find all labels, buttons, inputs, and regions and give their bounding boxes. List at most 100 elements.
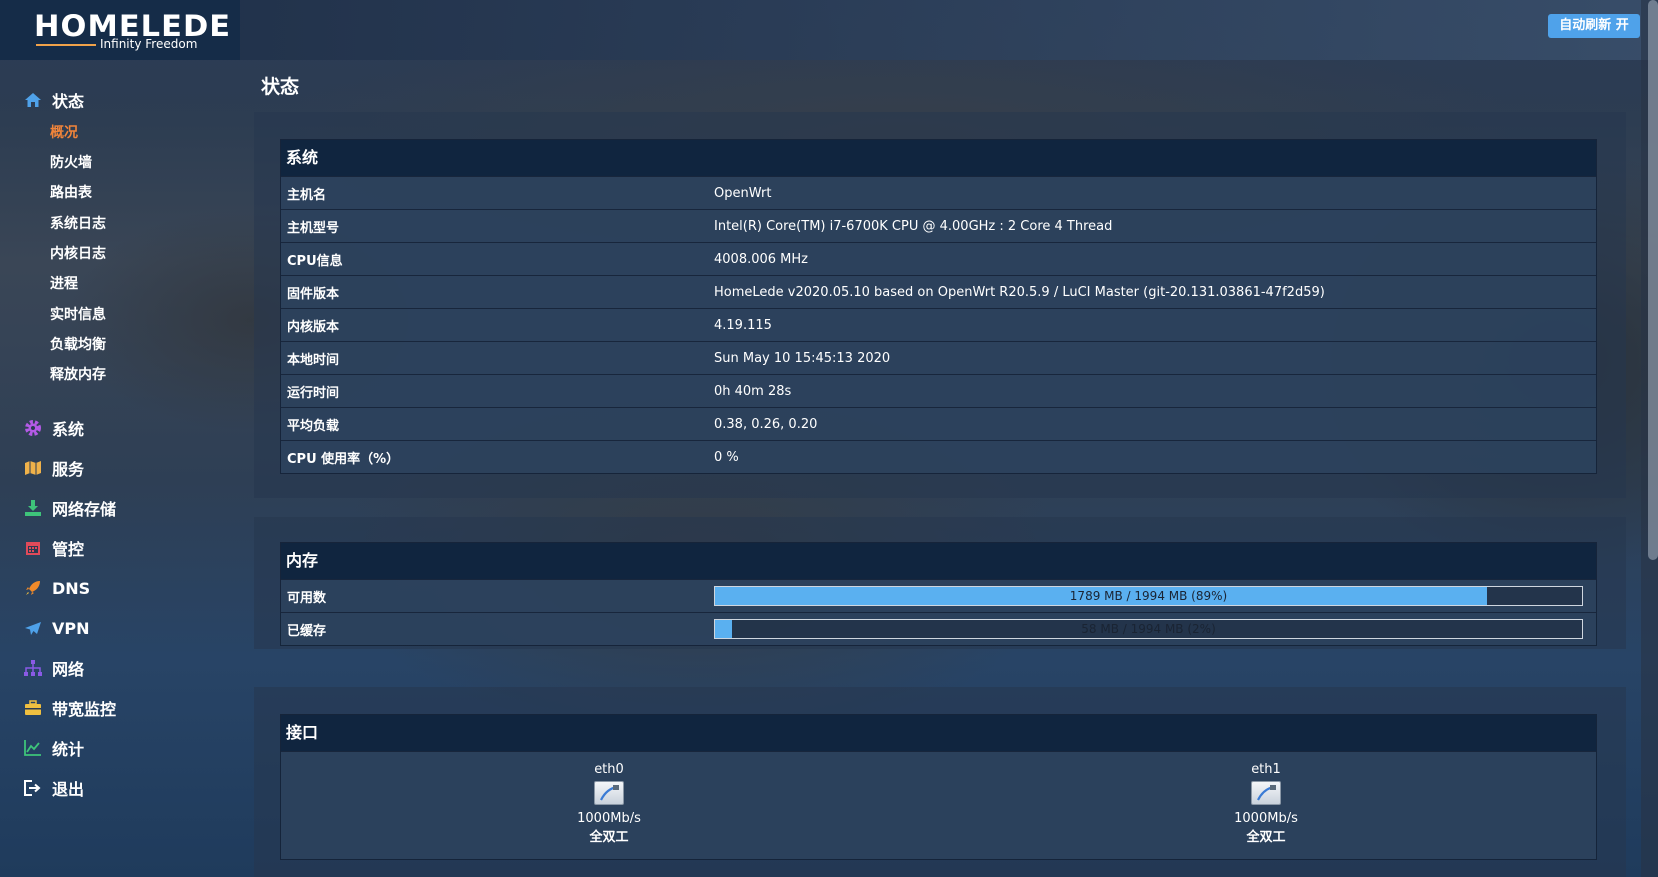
sidebar-item-label: DNS (52, 578, 91, 598)
interface-eth1[interactable]: eth1 1000Mb/s 全双工 (1166, 760, 1366, 847)
interface-name: eth0 (594, 762, 624, 777)
row-value: Intel(R) Core(TM) i7-6700K CPU @ 4.00GHz… (714, 218, 1113, 234)
sidebar-item-network[interactable]: 网络 (24, 654, 84, 682)
sidebar-item-statistics[interactable]: 统计 (24, 734, 84, 762)
sidebar-subitem-processes[interactable]: 进程 (50, 273, 78, 295)
row-value: 4008.006 MHz (714, 251, 808, 267)
sidebar-item-bandwidth-monitor[interactable]: 带宽监控 (24, 694, 116, 722)
interface-speed: 1000Mb/s (1234, 811, 1298, 826)
interface-name: eth1 (1251, 762, 1281, 777)
row-key: 运行时间 (287, 385, 340, 401)
memory-heading: 内存 (281, 543, 1596, 579)
sidebar-item-services[interactable]: 服务 (24, 454, 84, 482)
sidebar-item-label: 退出 (52, 780, 85, 799)
sidebar-item-label: 状态 (52, 92, 85, 111)
row-key: 平均负载 (287, 418, 340, 434)
sidebar-item-status[interactable]: 状态 (24, 86, 84, 114)
memory-cached-bar: 58 MB / 1994 MB (2%) (714, 619, 1583, 639)
sidebar-subitem-load-balance[interactable]: 负载均衡 (50, 334, 106, 356)
table-row: 内核版本 4.19.115 (281, 308, 1596, 341)
system-panel: 系统 主机名 OpenWrt 主机型号 Intel(R) Core(TM) i7… (280, 139, 1597, 474)
top-bar: HOMELEDE Infinity Freedom 自动刷新 开 (0, 0, 1658, 60)
memory-available-bar: 1789 MB / 1994 MB (89%) (714, 586, 1583, 606)
sidebar-item-dns[interactable]: DNS (24, 574, 90, 602)
interface-duplex: 全双工 (589, 830, 629, 845)
row-value: 0 % (714, 449, 739, 465)
progress-text: 58 MB / 1994 MB (2%) (1081, 622, 1216, 636)
home-icon (24, 91, 42, 109)
interface-duplex: 全双工 (1246, 830, 1286, 845)
sidebar-item-system[interactable]: 系统 (24, 414, 84, 442)
sidebar-item-vpn[interactable]: VPN (24, 614, 90, 642)
interfaces-heading: 接口 (281, 715, 1596, 751)
logo-underline (36, 44, 96, 46)
row-key: 本地时间 (287, 352, 340, 368)
sidebar-subitem-firewall[interactable]: 防火墙 (50, 152, 92, 174)
sidebar-subitem-routes[interactable]: 路由表 (50, 182, 92, 204)
calendar-icon (24, 539, 42, 557)
table-row: 运行时间 0h 40m 28s (281, 374, 1596, 407)
table-row: 可用数 1789 MB / 1994 MB (89%) (281, 579, 1596, 612)
sidebar-subitem-kernel-log[interactable]: 内核日志 (50, 243, 106, 265)
logout-icon (24, 779, 42, 797)
table-row: 本地时间 Sun May 10 15:45:13 2020 (281, 341, 1596, 374)
sidebar-subitem-release-memory[interactable]: 释放内存 (50, 364, 106, 386)
ethernet-port-icon (1251, 781, 1281, 805)
ethernet-port-icon (594, 781, 624, 805)
row-value: 0.38, 0.26, 0.20 (714, 416, 818, 432)
table-row: 主机型号 Intel(R) Core(TM) i7-6700K CPU @ 4.… (281, 209, 1596, 242)
sidebar-item-label: 统计 (52, 740, 85, 759)
interfaces-body: eth0 1000Mb/s 全双工 eth1 1000Mb/s 全双工 (281, 751, 1596, 859)
sidebar-item-label: 管控 (52, 540, 85, 559)
row-key: CPU 使用率（%） (287, 451, 400, 467)
row-value: 4.19.115 (714, 317, 772, 333)
row-value: OpenWrt (714, 185, 772, 201)
line-chart-icon (24, 739, 42, 757)
row-key: 固件版本 (287, 286, 340, 302)
sidebar-subitem-realtime[interactable]: 实时信息 (50, 304, 106, 326)
sidebar-item-network-storage[interactable]: 网络存储 (24, 494, 116, 522)
page-title: 状态 (261, 76, 300, 98)
sidebar-item-label: VPN (52, 618, 90, 638)
auto-refresh-button[interactable]: 自动刷新 开 (1548, 14, 1640, 38)
row-value: HomeLede v2020.05.10 based on OpenWrt R2… (714, 284, 1325, 300)
sidebar-subitem-overview[interactable]: 概况 (50, 122, 78, 144)
logo[interactable]: HOMELEDE Infinity Freedom (0, 0, 240, 60)
plane-icon (24, 619, 42, 637)
table-row: 固件版本 HomeLede v2020.05.10 based on OpenW… (281, 275, 1596, 308)
row-key: 内核版本 (287, 319, 340, 335)
download-icon (24, 499, 42, 517)
sitemap-icon (24, 659, 42, 677)
sidebar-item-control[interactable]: 管控 (24, 534, 84, 562)
table-row: 已缓存 58 MB / 1994 MB (2%) (281, 612, 1596, 645)
row-key: 可用数 (287, 590, 327, 606)
row-key: 已缓存 (287, 623, 327, 639)
interface-eth0[interactable]: eth0 1000Mb/s 全双工 (509, 760, 709, 847)
progress-text: 1789 MB / 1994 MB (89%) (1069, 589, 1228, 603)
interfaces-panel: 接口 eth0 1000Mb/s 全双工 eth1 1000Mb/s 全双工 (280, 714, 1597, 860)
sidebar-item-label: 网络存储 (52, 500, 117, 519)
map-icon (24, 459, 42, 477)
row-key: 主机名 (287, 187, 327, 203)
system-heading: 系统 (281, 140, 1596, 176)
row-key: CPU信息 (287, 253, 343, 269)
sidebar-subitem-system-log[interactable]: 系统日志 (50, 213, 106, 235)
table-row: CPU信息 4008.006 MHz (281, 242, 1596, 275)
interface-speed: 1000Mb/s (577, 811, 641, 826)
scrollbar-thumb[interactable] (1648, 0, 1658, 560)
sidebar-item-logout[interactable]: 退出 (24, 774, 84, 802)
sidebar: 状态 概况 防火墙 路由表 系统日志 内核日志 进程 实时信息 负载均衡 释放内… (0, 60, 240, 877)
sidebar-item-label: 带宽监控 (52, 700, 117, 719)
sidebar-item-label: 服务 (52, 460, 85, 479)
sidebar-item-label: 系统 (52, 420, 85, 439)
logo-tagline: Infinity Freedom (100, 37, 198, 51)
row-value: Sun May 10 15:45:13 2020 (714, 350, 891, 366)
briefcase-icon (24, 699, 42, 717)
rocket-icon (24, 579, 42, 597)
gear-icon (24, 419, 42, 437)
memory-panel: 内存 可用数 1789 MB / 1994 MB (89%) 已缓存 58 MB… (280, 542, 1597, 646)
table-row: 平均负载 0.38, 0.26, 0.20 (281, 407, 1596, 440)
row-value: 0h 40m 28s (714, 383, 792, 399)
table-row: 主机名 OpenWrt (281, 176, 1596, 209)
table-row: CPU 使用率（%） 0 % (281, 440, 1596, 473)
